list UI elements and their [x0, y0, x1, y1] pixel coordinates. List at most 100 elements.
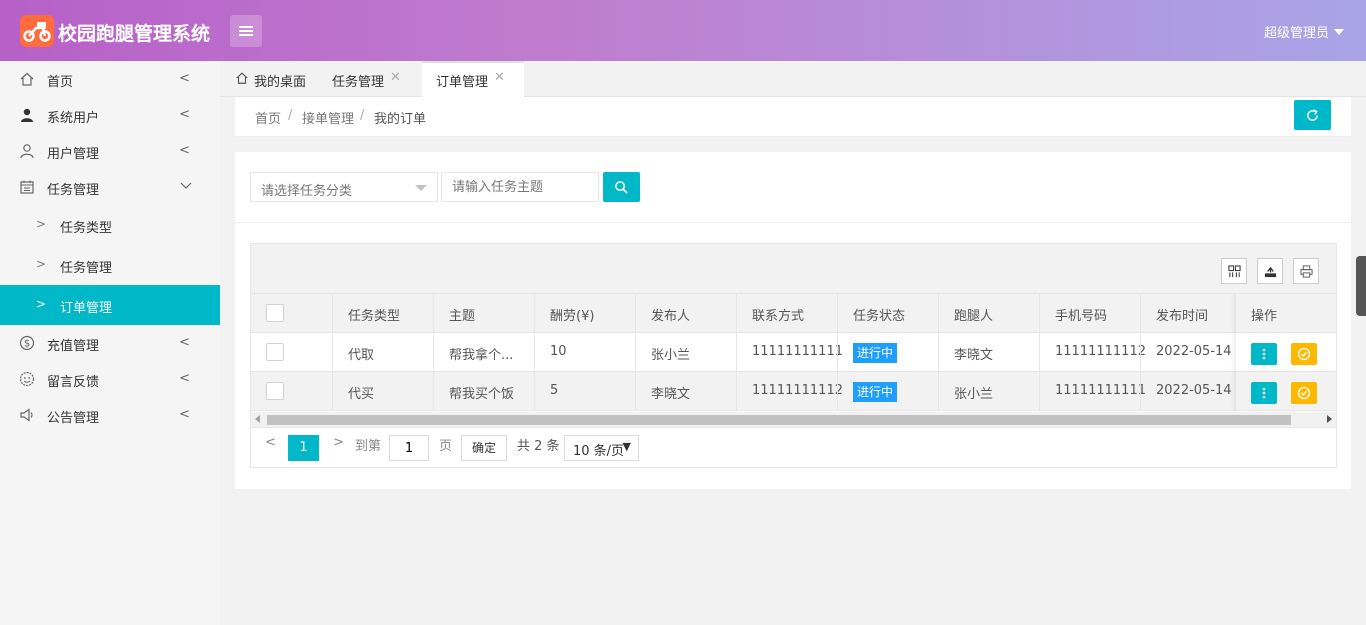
chevron-left-icon: <	[179, 143, 190, 158]
task-category-select[interactable]: 请选择任务分类	[250, 172, 438, 202]
column-header[interactable]: 发布人	[635, 294, 736, 332]
export-button[interactable]	[1257, 258, 1283, 284]
column-header-label: 酬劳(¥)	[550, 309, 595, 324]
sidebar-item-system-users[interactable]: 系统用户 <	[0, 97, 220, 133]
sidebar-subitem-task-management[interactable]: > 任务管理	[0, 245, 220, 285]
horizontal-scrollbar[interactable]	[251, 412, 1336, 428]
operations-column: 操作	[1236, 294, 1336, 412]
page-unit-label: 页	[439, 439, 453, 454]
smile-icon	[19, 371, 35, 387]
sidebar-item-feedback[interactable]: 留言反馈 <	[0, 361, 220, 397]
column-header[interactable]: 任务类型	[332, 294, 433, 332]
page-size-select[interactable]: 10 条/页 ▼	[564, 435, 639, 461]
chevron-right-icon: >	[36, 217, 47, 231]
scrollbar-thumb[interactable]	[267, 415, 1291, 425]
calendar-icon	[20, 180, 34, 194]
sidebar: 首页 < 系统用户 < 用户管理 < 任务管理 > 任务类型 > 任务管理 > …	[0, 61, 220, 625]
row-select-cell	[251, 372, 332, 410]
task-subject-input[interactable]	[441, 172, 599, 202]
column-header[interactable]: 任务状态	[837, 294, 938, 332]
row-checkbox[interactable]	[266, 343, 284, 361]
scroll-right-arrow-icon[interactable]	[1327, 415, 1332, 423]
floating-side-widget[interactable]	[1356, 256, 1366, 316]
cell-value: 张小兰	[954, 387, 994, 402]
cell-status: 进行中	[837, 372, 938, 410]
cell-subject: 帮我买个饭	[433, 372, 534, 410]
sidebar-subitem-order-management[interactable]: > 订单管理	[0, 285, 220, 325]
sidebar-item-label: 公告管理	[47, 411, 100, 426]
sidebar-item-label: 系统用户	[47, 111, 100, 126]
column-header-label: 发布时间	[1156, 309, 1209, 324]
print-button[interactable]	[1293, 258, 1319, 284]
tab-label: 我的桌面	[254, 75, 307, 90]
sidebar-subitem-label: 任务类型	[60, 221, 113, 236]
columns-icon	[1228, 265, 1241, 278]
chevron-down-icon	[180, 182, 192, 189]
sidebar-item-announcements[interactable]: 公告管理 <	[0, 397, 220, 433]
tab-order-management[interactable]: 订单管理 ✕	[422, 61, 524, 97]
cell-value: 张小兰	[651, 348, 691, 363]
close-icon[interactable]: ✕	[390, 70, 401, 85]
main-panel: 请选择任务分类 任务类型 主题 酬劳(¥) 发布人	[235, 152, 1351, 489]
sidebar-item-recharge[interactable]: $ 充值管理 <	[0, 325, 220, 361]
breadcrumb-home[interactable]: 首页	[255, 108, 281, 127]
filter-columns-button[interactable]	[1221, 258, 1247, 284]
prev-page-icon[interactable]: <	[265, 435, 276, 450]
complete-order-button[interactable]	[1291, 343, 1317, 365]
table-header-row: 任务类型 主题 酬劳(¥) 发布人 联系方式 任务状态 跑腿人 手机号码 发布时…	[251, 294, 1336, 333]
complete-order-button[interactable]	[1291, 382, 1317, 404]
sidebar-item-task-management[interactable]: 任务管理	[0, 169, 220, 205]
column-header-label: 跑腿人	[954, 309, 994, 324]
column-header[interactable]: 跑腿人	[938, 294, 1039, 332]
tab-task-management[interactable]: 任务管理 ✕	[318, 61, 422, 97]
scroll-left-arrow-icon[interactable]	[255, 415, 260, 423]
close-icon[interactable]: ✕	[494, 70, 505, 85]
caret-down-icon	[1334, 29, 1344, 35]
table-toolbar	[251, 244, 1336, 294]
sidebar-subitem-task-types[interactable]: > 任务类型	[0, 205, 220, 245]
sidebar-item-home[interactable]: 首页 <	[0, 61, 220, 97]
column-header-label: 主题	[449, 309, 476, 324]
page-current[interactable]: 1	[288, 435, 319, 461]
cell-contact: 11111111112	[736, 372, 843, 410]
tab-my-desktop[interactable]: 我的桌面	[220, 61, 318, 97]
column-header[interactable]: 发布时间	[1140, 294, 1241, 332]
refresh-button[interactable]	[1294, 100, 1331, 130]
speaker-icon	[20, 408, 33, 422]
cell-value: 5	[550, 383, 559, 398]
column-header[interactable]: 主题	[433, 294, 534, 332]
print-icon	[1300, 265, 1313, 278]
cell-value: 李晓文	[651, 387, 691, 402]
sidebar-subitem-label: 订单管理	[60, 301, 113, 316]
goto-page-input[interactable]	[389, 435, 429, 461]
sidebar-item-label: 留言反馈	[47, 375, 100, 390]
next-page-icon[interactable]: >	[333, 435, 344, 450]
table-grid: 任务类型 主题 酬劳(¥) 发布人 联系方式 任务状态 跑腿人 手机号码 发布时…	[251, 294, 1336, 412]
column-header[interactable]: 手机号码	[1039, 294, 1140, 332]
goto-confirm-button[interactable]: 确定	[461, 435, 507, 461]
select-all-checkbox[interactable]	[266, 304, 284, 322]
breadcrumb-order-taking[interactable]: 接单管理	[302, 108, 354, 127]
cell-value: 李晓文	[954, 348, 994, 363]
tab-label: 任务管理	[332, 75, 385, 90]
hamburger-icon-line	[239, 30, 253, 32]
chevron-left-icon: <	[179, 371, 190, 386]
cell-contact: 11111111111	[736, 333, 843, 371]
search-button[interactable]	[603, 172, 640, 202]
check-circle-icon	[1297, 386, 1311, 400]
menu-toggle-button[interactable]	[230, 15, 262, 47]
page-size-value: 10 条/页	[573, 444, 625, 459]
more-actions-button[interactable]	[1251, 343, 1277, 365]
vertical-dots-icon	[1262, 387, 1266, 399]
column-header[interactable]: 联系方式	[736, 294, 837, 332]
chevron-left-icon: <	[179, 71, 190, 86]
cell-runner: 张小兰	[938, 372, 1039, 410]
cell-value: 代买	[348, 387, 375, 402]
cell-reward: 5	[534, 372, 635, 410]
app-title: 校园跑腿管理系统	[58, 23, 211, 45]
more-actions-button[interactable]	[1251, 382, 1277, 404]
column-header[interactable]: 酬劳(¥)	[534, 294, 635, 332]
user-menu[interactable]: 超级管理员	[1264, 22, 1344, 41]
row-checkbox[interactable]	[266, 382, 284, 400]
sidebar-item-user-management[interactable]: 用户管理 <	[0, 133, 220, 169]
